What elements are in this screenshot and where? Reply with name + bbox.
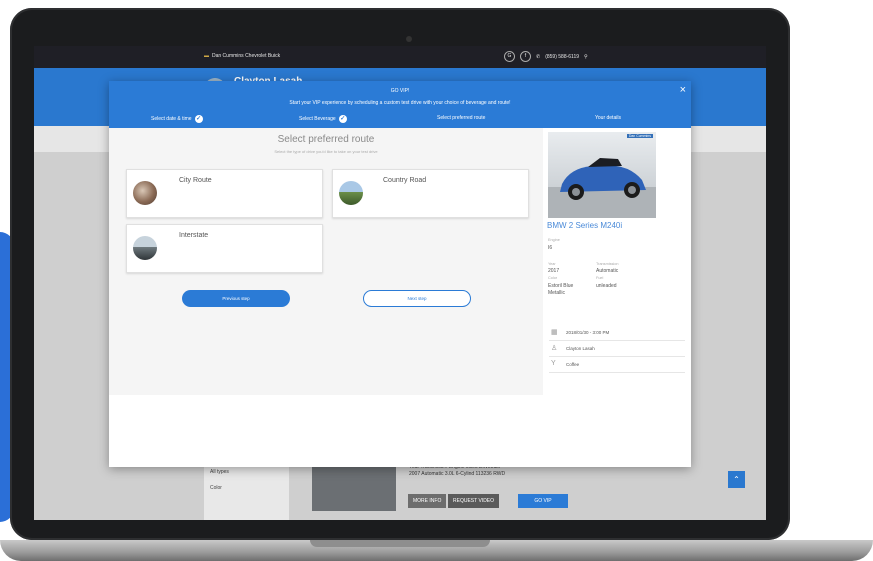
background-filter-panel: All types Color [204,461,289,520]
dealer-badge: Dan Cummins [626,134,653,138]
summary-datetime: ▦ 2018/01/30 - 3:00 PM [549,326,685,341]
previous-step-button[interactable]: Previous step [182,290,290,307]
vehicle-name: BMW 2 Series M240i [547,221,623,230]
phone-icon: ✆ [536,53,541,60]
request-video-button[interactable]: REQUEST VIDEO [448,494,500,508]
step-beverage[interactable]: Select Beverage ✓ [299,115,347,123]
interstate-image [133,236,157,260]
site-topbar: Dan Cummins Chevrolet Buick G f ✆ (859) … [34,46,766,68]
google-plus-icon[interactable]: G [504,51,515,62]
modal-title: GO VIP! [390,88,410,94]
dealer-name[interactable]: Dan Cummins Chevrolet Buick [204,53,280,59]
phone-number[interactable]: (859) 588-6119 [545,54,579,60]
year-value: 2017 [548,268,560,274]
route-label: Interstate [179,232,209,239]
modal-header: GO VIP! Start your VIP experience by sch… [109,81,691,128]
step-label: Select preferred route [437,115,486,121]
filter-color[interactable]: Color [204,475,289,491]
webcam [406,36,412,42]
step-label: Select Beverage [299,116,336,122]
route-card-city[interactable]: City Route [126,169,323,218]
step-date-time[interactable]: Select date & time ✓ [151,115,203,123]
check-icon: ✓ [338,115,347,123]
laptop-notch [310,540,490,547]
facebook-icon[interactable]: f [520,51,531,62]
summary-salesperson: ♙ Clayton Lasah [549,342,685,357]
fuel-value: unleaded [596,283,617,289]
calendar-icon: ▦ [551,329,558,336]
fuel-label: Fuel [596,276,604,280]
step-route[interactable]: Select preferred route [437,115,485,121]
color-value: Estoril Blue Metallic [548,283,574,296]
route-subtitle: Select the type of drive you'd like to t… [274,149,378,154]
background-car-thumbnail[interactable] [312,461,396,511]
vehicle-summary-panel: Dan Cummins BMW 2 Series M240i Engine I6… [543,128,691,395]
person-icon: ♙ [551,345,558,352]
close-icon[interactable]: × [680,84,686,96]
color-label: Color [548,276,558,280]
engine-label: Engine [548,238,560,242]
route-card-interstate[interactable]: Interstate [126,224,323,273]
route-label: City Route [179,177,212,184]
datetime-text: 2018/01/30 - 3:00 PM [566,330,610,335]
beverage-text: Coffee [566,362,580,367]
go-vip-button[interactable]: GO VIP [518,494,568,508]
spec-values: 2007 Automatic 3.0L 6-Cylind 113236 RWD [409,471,506,477]
route-label: Country Road [383,177,427,184]
more-info-button[interactable]: MORE INFO [408,494,447,508]
location-pin-icon[interactable]: ⚲ [584,54,588,60]
city-route-image [133,181,157,205]
step-indicator: Select date & time ✓ Select Beverage ✓ S… [109,115,691,125]
year-label: Year [548,262,556,266]
salesperson-text: Clayton Lasah [566,346,595,351]
engine-value: I6 [548,245,553,251]
vip-modal: GO VIP! Start your VIP experience by sch… [109,81,691,467]
country-road-image [339,181,363,205]
step-label: Your details [595,115,621,121]
laptop-screen: Dan Cummins Chevrolet Buick G f ✆ (859) … [34,46,766,520]
transmission-label: Transmission [596,262,619,266]
modal-subtitle: Start your VIP experience by scheduling … [289,100,511,106]
transmission-value: Automatic [596,268,619,274]
topbar-icons: G f ✆ (859) 588-6119 ⚲ [504,51,588,62]
route-title: Select preferred route [277,134,375,145]
route-selection-panel: Select preferred route Select the type o… [109,128,543,395]
scroll-to-top-button[interactable]: ⌃ [728,471,745,488]
summary-beverage: Y Coffee [549,358,685,373]
vehicle-photo: Dan Cummins [548,132,656,218]
cocktail-icon: Y [551,360,556,367]
next-step-button[interactable]: Next step [363,290,471,307]
step-details[interactable]: Your details [595,115,621,121]
check-icon: ✓ [194,115,203,123]
car-illustration [548,158,656,218]
route-card-country[interactable]: Country Road [332,169,529,218]
modal-footer-area [109,395,691,467]
step-label: Select date & time [151,116,192,122]
